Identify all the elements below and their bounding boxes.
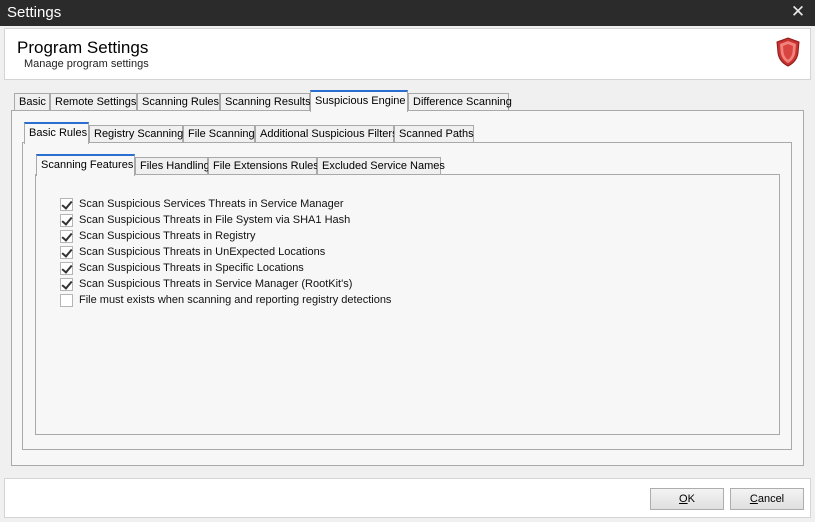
cancel-button[interactable]: Cancel <box>730 488 804 510</box>
feature-sha1-hash[interactable]: Scan Suspicious Threats in File System v… <box>60 212 391 228</box>
settings-header: Program Settings Manage program settings <box>4 28 811 80</box>
tab-scanning-results[interactable]: Scanning Results <box>220 93 311 111</box>
tab-basic[interactable]: Basic <box>14 93 50 111</box>
feature-specific-locations[interactable]: Scan Suspicious Threats in Specific Loca… <box>60 260 391 276</box>
ok-button[interactable]: OK <box>650 488 724 510</box>
tab-basic-rules[interactable]: Basic Rules <box>24 122 89 144</box>
tab-excluded-service-names[interactable]: Excluded Service Names <box>317 157 445 175</box>
ok-mnemonic: O <box>679 493 688 505</box>
feature-unexpected-locations[interactable]: Scan Suspicious Threats in UnExpected Lo… <box>60 244 391 260</box>
checkbox-label: Scan Suspicious Threats in Service Manag… <box>79 278 353 290</box>
feature-file-must-exist[interactable]: File must exists when scanning and repor… <box>60 292 391 308</box>
page-title: Program Settings <box>17 38 149 57</box>
shield-icon <box>776 37 800 67</box>
tab-additional-suspicious-filters[interactable]: Additional Suspicious Filters <box>255 125 398 143</box>
cancel-label: ancel <box>757 493 785 505</box>
checkbox-label: Scan Suspicious Threats in Specific Loca… <box>79 262 304 274</box>
window-title: Settings <box>7 4 62 21</box>
feature-rootkits[interactable]: Scan Suspicious Threats in Service Manag… <box>60 276 391 292</box>
checkbox-label: Scan Suspicious Threats in File System v… <box>79 214 351 226</box>
tab-difference-scanning[interactable]: Difference Scanning <box>408 93 512 111</box>
features-checklist: Scan Suspicious Services Threats in Serv… <box>60 196 391 308</box>
tab-scanning-features[interactable]: Scanning Features <box>36 154 135 176</box>
feature-registry[interactable]: Scan Suspicious Threats in Registry <box>60 228 391 244</box>
tab-file-scanning[interactable]: File Scanning <box>183 125 255 143</box>
checkbox[interactable] <box>60 197 73 211</box>
checkbox-label: Scan Suspicious Threats in Registry <box>79 230 256 242</box>
scanning-features-panel: Scan Suspicious Services Threats in Serv… <box>35 174 780 435</box>
ok-label: K <box>687 493 695 505</box>
cancel-mnemonic: C <box>749 493 758 505</box>
tab-remote-settings[interactable]: Remote Settings <box>50 93 137 111</box>
checkbox[interactable] <box>60 245 73 259</box>
close-icon[interactable]: ✕ <box>789 2 807 22</box>
tab-scanning-rules[interactable]: Scanning Rules <box>137 93 220 111</box>
checkbox-label: Scan Suspicious Threats in UnExpected Lo… <box>79 246 326 258</box>
dialog-footer: OK Cancel <box>4 478 811 518</box>
checkbox[interactable] <box>60 277 73 291</box>
checkbox[interactable] <box>60 213 73 227</box>
tab-file-extensions-rules[interactable]: File Extensions Rules <box>208 157 319 175</box>
feature-service-manager[interactable]: Scan Suspicious Services Threats in Serv… <box>60 196 391 212</box>
checkbox[interactable] <box>60 293 73 307</box>
checkbox-label: Scan Suspicious Services Threats in Serv… <box>79 198 344 210</box>
tab-registry-scanning[interactable]: Registry Scanning <box>89 125 183 143</box>
checkbox[interactable] <box>60 229 73 243</box>
inner-tabs: Scanning Features Files Handling File Ex… <box>36 154 781 176</box>
tab-suspicious-engine[interactable]: Suspicious Engine <box>310 90 408 112</box>
tab-scanned-paths[interactable]: Scanned Paths <box>394 125 474 143</box>
tab-files-handling[interactable]: Files Handling <box>135 157 210 175</box>
checkbox-label: File must exists when scanning and repor… <box>79 294 392 306</box>
checkbox[interactable] <box>60 261 73 275</box>
sub-tabs: Basic Rules Registry Scanning File Scann… <box>24 122 794 144</box>
main-tabs: Basic Remote Settings Scanning Rules Sca… <box>14 90 804 112</box>
window-titlebar: Settings ✕ <box>0 0 815 26</box>
page-subtitle: Manage program settings <box>24 58 149 70</box>
